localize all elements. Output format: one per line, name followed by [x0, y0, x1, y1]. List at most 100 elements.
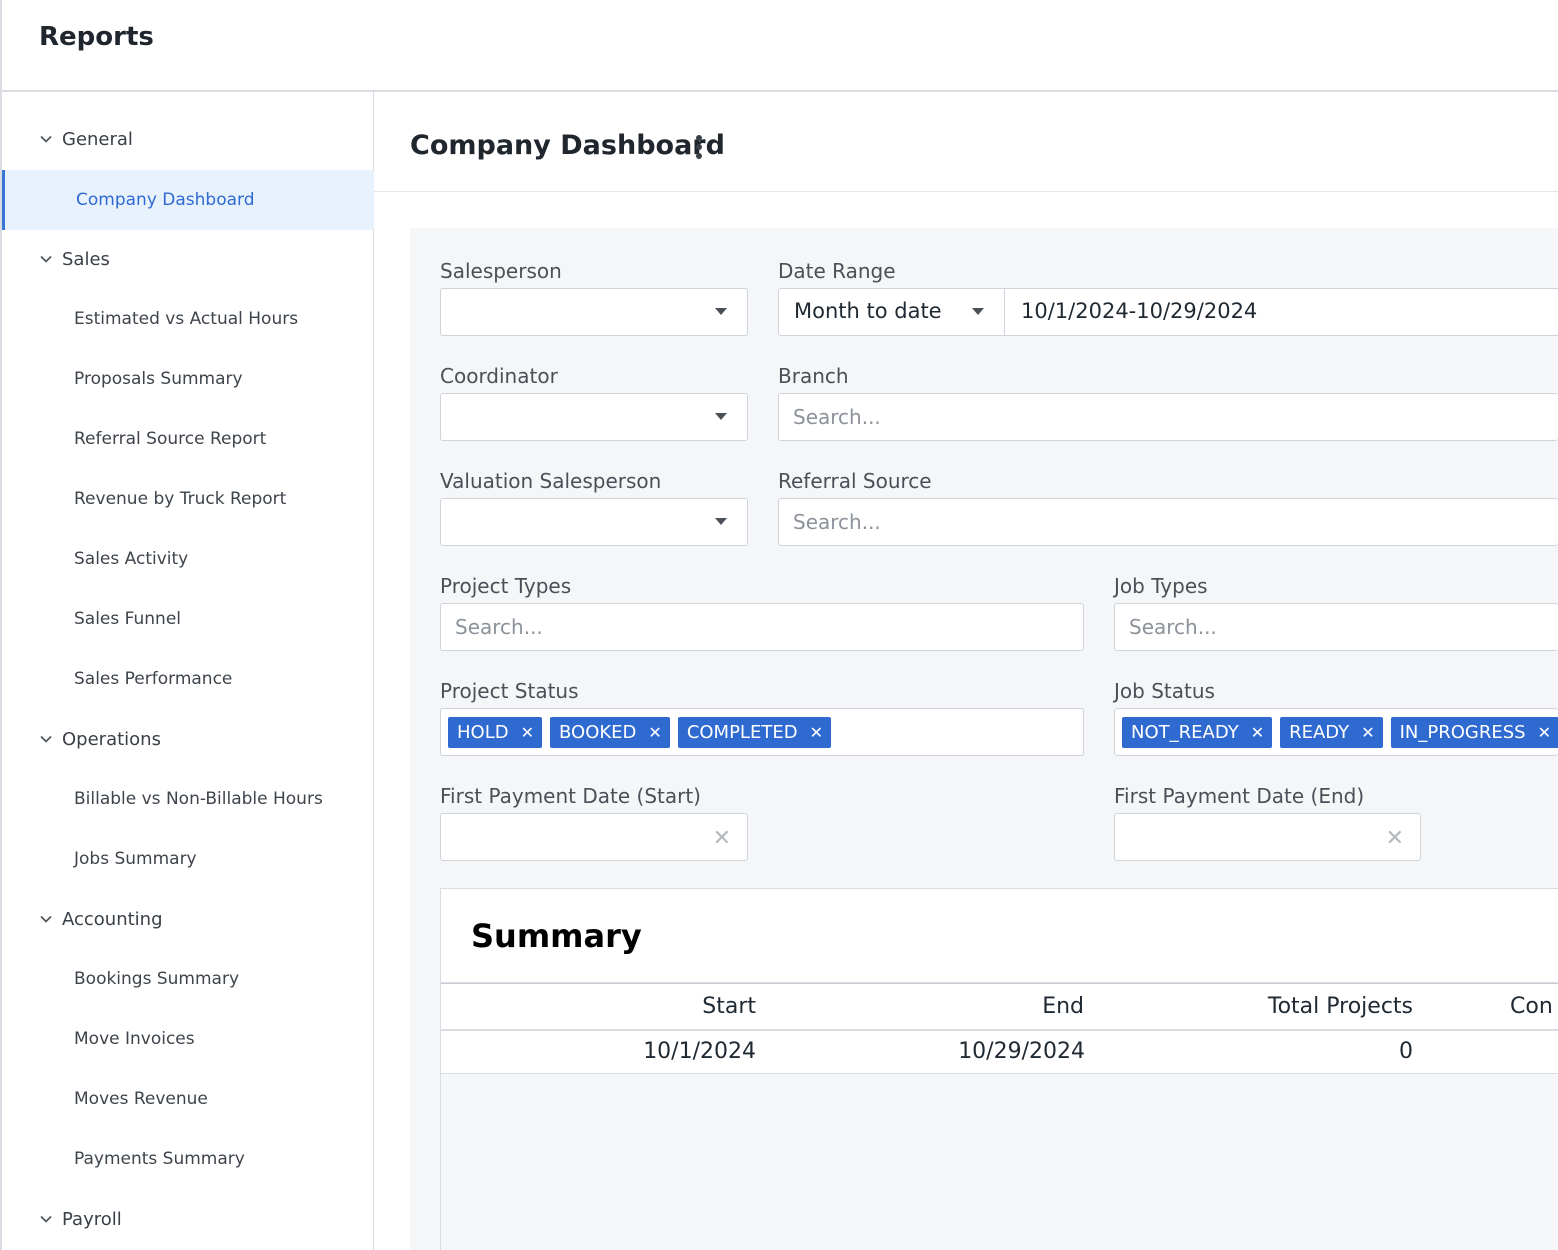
job-types-label: Job Types	[1114, 574, 1208, 598]
sidebar-item-label: Payments Summary	[74, 1149, 245, 1169]
date-range-value[interactable]: 10/1/2024-10/29/2024	[1021, 299, 1257, 323]
sidebar-item-sales-funnel[interactable]: Sales Funnel	[2, 589, 374, 649]
job-status-label: Job Status	[1114, 679, 1215, 703]
close-icon[interactable]: ✕	[1251, 723, 1264, 742]
caret-down-icon	[715, 518, 727, 525]
date-range-label: Date Range	[778, 259, 896, 283]
project-status-multiselect[interactable]: HOLD ✕ BOOKED ✕ COMPLETED ✕	[440, 708, 1084, 756]
sidebar-item-label: Company Dashboard	[76, 190, 255, 210]
close-icon[interactable]: ✕	[1538, 723, 1551, 742]
sidebar-item-company-dashboard[interactable]: Company Dashboard	[2, 170, 374, 230]
chevron-down-icon	[40, 735, 52, 743]
cell-total-projects: 0	[1399, 1039, 1413, 1064]
column-header-total-projects: Total Projects	[1267, 994, 1413, 1019]
sidebar-item-move-invoices[interactable]: Move Invoices	[2, 1009, 374, 1069]
coordinator-label: Coordinator	[440, 364, 558, 388]
sidebar-group-sales[interactable]: Sales	[2, 229, 374, 289]
status-tag-in-progress: IN_PROGRESS ✕	[1390, 717, 1558, 748]
sidebar-item-label: Move Invoices	[74, 1029, 195, 1049]
close-icon[interactable]: ✕	[521, 723, 534, 742]
sidebar-group-general[interactable]: General	[2, 109, 374, 169]
first-payment-end-input[interactable]: ✕	[1114, 813, 1421, 861]
sidebar-group-label: Accounting	[62, 908, 163, 930]
tag-label: IN_PROGRESS	[1399, 722, 1526, 743]
tag-label: HOLD	[457, 722, 509, 743]
close-icon[interactable]: ✕	[648, 723, 661, 742]
first-payment-start-input[interactable]: ✕	[440, 813, 748, 861]
sidebar-item-label: Sales Funnel	[74, 609, 182, 629]
sidebar-item-estimated-vs-actual-hours[interactable]: Estimated vs Actual Hours	[2, 289, 374, 349]
table-row: 10/1/2024 10/29/2024 0	[441, 1031, 1558, 1074]
project-types-placeholder: Search...	[455, 615, 543, 639]
sidebar-group-accounting[interactable]: Accounting	[2, 889, 374, 949]
job-status-multiselect[interactable]: NOT_READY ✕ READY ✕ IN_PROGRESS ✕	[1114, 708, 1558, 756]
referral-source-placeholder: Search...	[793, 510, 881, 534]
sidebar-item-label: Billable vs Non-Billable Hours	[74, 789, 323, 809]
chevron-down-icon	[40, 1215, 52, 1223]
app-header: Reports	[0, 0, 1558, 92]
sidebar-group-operations[interactable]: Operations	[2, 709, 374, 769]
valuation-salesperson-select[interactable]	[440, 498, 748, 546]
project-types-label: Project Types	[440, 574, 572, 598]
branch-placeholder: Search...	[793, 405, 881, 429]
summary-header: Summary	[441, 889, 1558, 983]
salesperson-select[interactable]	[440, 288, 748, 336]
sidebar-item-label: Jobs Summary	[74, 849, 197, 869]
sidebar-item-revenue-by-truck-report[interactable]: Revenue by Truck Report	[2, 469, 374, 529]
first-payment-start-label: First Payment Date (Start)	[440, 784, 701, 808]
sidebar-group-label: General	[62, 128, 133, 150]
summary-table-header: Start End Total Projects Con	[441, 983, 1558, 1031]
chevron-down-icon	[40, 255, 52, 263]
sidebar-item-label: Bookings Summary	[74, 969, 240, 989]
sidebar: General Company Dashboard Sales Estimate…	[0, 92, 374, 1250]
sidebar-item-billable-vs-non-billable-hours[interactable]: Billable vs Non-Billable Hours	[2, 769, 374, 829]
branch-search-input[interactable]: Search...	[778, 393, 1558, 441]
sidebar-item-sales-activity[interactable]: Sales Activity	[2, 529, 374, 589]
job-types-search-input[interactable]: Search...	[1114, 603, 1558, 651]
coordinator-select[interactable]	[440, 393, 748, 441]
sidebar-item-label: Revenue by Truck Report	[74, 489, 287, 509]
sidebar-item-moves-revenue[interactable]: Moves Revenue	[2, 1069, 374, 1129]
sidebar-item-sales-performance[interactable]: Sales Performance	[2, 649, 374, 709]
page-title: Company Dashboard	[410, 130, 725, 161]
column-header-end: End	[1042, 994, 1084, 1019]
date-range-preset-value: Month to date	[794, 299, 942, 323]
app-title: Reports	[39, 22, 154, 52]
tag-label: NOT_READY	[1131, 722, 1239, 743]
valuation-salesperson-label: Valuation Salesperson	[440, 469, 662, 493]
chevron-down-icon	[40, 915, 52, 923]
tag-label: BOOKED	[559, 722, 637, 743]
sidebar-item-label: Sales Activity	[74, 549, 189, 569]
cell-end: 10/29/2024	[958, 1039, 1085, 1064]
sidebar-group-label: Operations	[62, 728, 161, 750]
status-tag-hold: HOLD ✕	[448, 717, 542, 748]
sidebar-item-payments-summary[interactable]: Payments Summary	[2, 1129, 374, 1189]
sidebar-item-bookings-summary[interactable]: Bookings Summary	[2, 949, 374, 1009]
sidebar-item-label: Sales Performance	[74, 669, 233, 689]
referral-source-label: Referral Source	[778, 469, 932, 493]
date-range-preset-select[interactable]: Month to date	[779, 289, 1005, 335]
sidebar-group-payroll[interactable]: Payroll	[2, 1189, 374, 1249]
sidebar-item-label: Proposals Summary	[74, 369, 243, 389]
kebab-menu-icon[interactable]	[692, 134, 706, 162]
sidebar-item-label: Estimated vs Actual Hours	[74, 309, 299, 329]
close-icon[interactable]: ✕	[713, 826, 731, 851]
column-header-start: Start	[702, 994, 756, 1019]
project-types-search-input[interactable]: Search...	[440, 603, 1084, 651]
job-types-placeholder: Search...	[1129, 615, 1217, 639]
cell-start: 10/1/2024	[643, 1039, 756, 1064]
main-content: Company Dashboard Salesperson Date Range…	[374, 92, 1558, 1250]
sidebar-item-jobs-summary[interactable]: Jobs Summary	[2, 829, 374, 889]
close-icon[interactable]: ✕	[1386, 826, 1404, 851]
referral-source-search-input[interactable]: Search...	[778, 498, 1558, 546]
close-icon[interactable]: ✕	[810, 723, 823, 742]
page-header: Company Dashboard	[374, 92, 1558, 192]
sidebar-item-referral-source-report[interactable]: Referral Source Report	[2, 409, 374, 469]
tag-label: COMPLETED	[686, 722, 798, 743]
project-status-label: Project Status	[440, 679, 579, 703]
date-range-field[interactable]: Month to date 10/1/2024-10/29/2024	[778, 288, 1558, 336]
close-icon[interactable]: ✕	[1361, 723, 1374, 742]
status-tag-booked: BOOKED ✕	[550, 717, 670, 748]
sidebar-item-label: Referral Source Report	[74, 429, 267, 449]
sidebar-item-proposals-summary[interactable]: Proposals Summary	[2, 349, 374, 409]
